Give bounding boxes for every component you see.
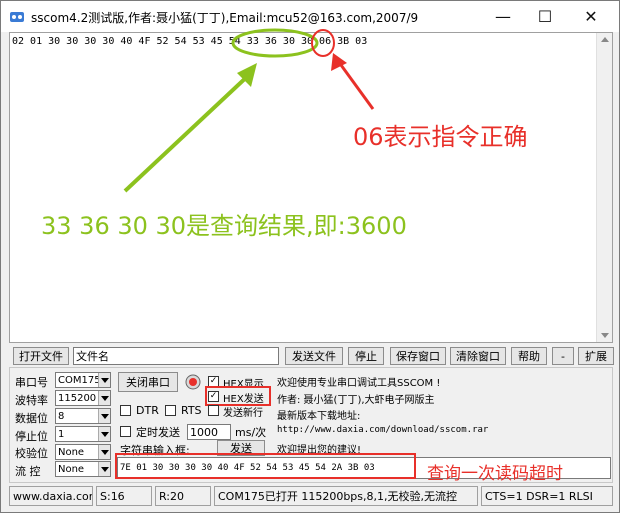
app-window: sscom4.2测试版,作者:聂小猛(丁丁),Email:mcu52@163.c…	[0, 0, 620, 513]
ack-byte-ellipse	[311, 29, 335, 57]
annotation-result: 33 36 30 30是查询结果,即:3600	[41, 212, 407, 240]
green-arrow-line	[123, 71, 253, 193]
annotation-timeout: 查询一次读码超时	[427, 464, 563, 484]
result-bytes-ellipse	[231, 28, 319, 58]
red-arrow-line	[339, 64, 375, 110]
annotation-overlay	[123, 28, 375, 193]
annotation-correct: 06表示指令正确	[353, 123, 528, 151]
